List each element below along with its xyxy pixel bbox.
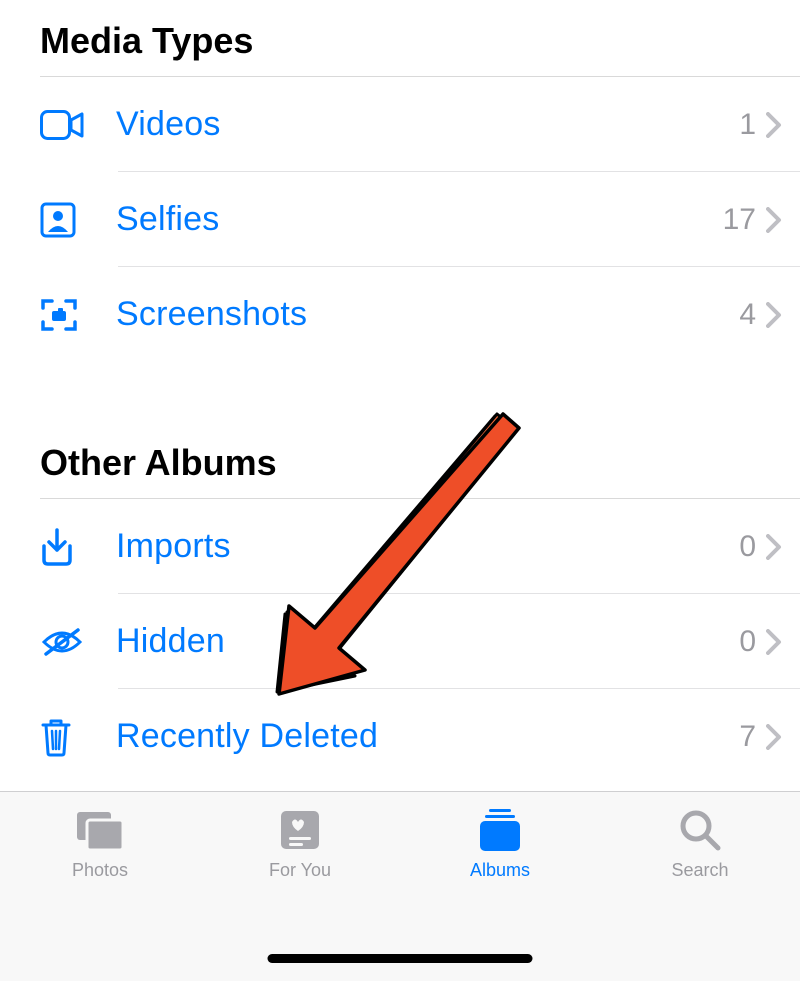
import-icon bbox=[40, 528, 90, 566]
chevron-right-icon bbox=[766, 724, 782, 750]
video-icon bbox=[40, 110, 90, 140]
selfie-icon bbox=[40, 202, 90, 238]
hidden-icon bbox=[40, 626, 90, 658]
row-recently-deleted[interactable]: Recently Deleted 7 bbox=[0, 689, 800, 784]
row-label: Recently Deleted bbox=[90, 717, 739, 756]
chevron-right-icon bbox=[766, 207, 782, 233]
row-count: 0 bbox=[739, 530, 756, 564]
chevron-right-icon bbox=[766, 629, 782, 655]
tab-bar: Photos For You Albums bbox=[0, 791, 800, 981]
row-count: 1 bbox=[739, 108, 756, 142]
search-icon bbox=[678, 806, 722, 854]
tab-albums[interactable]: Albums bbox=[400, 806, 600, 881]
row-label: Selfies bbox=[90, 200, 723, 239]
chevron-right-icon bbox=[766, 302, 782, 328]
tab-label: Search bbox=[671, 860, 728, 881]
for-you-icon bbox=[278, 806, 322, 854]
chevron-right-icon bbox=[766, 534, 782, 560]
tab-for-you[interactable]: For You bbox=[200, 806, 400, 881]
trash-icon bbox=[40, 717, 90, 757]
row-label: Hidden bbox=[90, 622, 739, 661]
photos-icon bbox=[73, 806, 127, 854]
home-indicator bbox=[268, 954, 533, 963]
tab-photos[interactable]: Photos bbox=[0, 806, 200, 881]
tab-label: Albums bbox=[470, 860, 530, 881]
row-screenshots[interactable]: Screenshots 4 bbox=[0, 267, 800, 362]
row-count: 17 bbox=[723, 203, 756, 237]
row-label: Screenshots bbox=[90, 295, 739, 334]
row-label: Imports bbox=[90, 527, 739, 566]
albums-list: Media Types Videos 1 Selfies 17 bbox=[0, 0, 800, 784]
row-hidden[interactable]: Hidden 0 bbox=[0, 594, 800, 689]
albums-icon bbox=[475, 806, 525, 854]
row-count: 0 bbox=[739, 625, 756, 659]
row-selfies[interactable]: Selfies 17 bbox=[0, 172, 800, 267]
tab-label: For You bbox=[269, 860, 331, 881]
tab-search[interactable]: Search bbox=[600, 806, 800, 881]
row-count: 4 bbox=[739, 298, 756, 332]
row-count: 7 bbox=[739, 720, 756, 754]
row-label: Videos bbox=[90, 105, 739, 144]
row-imports[interactable]: Imports 0 bbox=[0, 499, 800, 594]
section-header-media-types: Media Types bbox=[0, 0, 800, 76]
chevron-right-icon bbox=[766, 112, 782, 138]
section-header-other-albums: Other Albums bbox=[0, 362, 800, 498]
screenshot-icon bbox=[40, 296, 90, 334]
row-videos[interactable]: Videos 1 bbox=[0, 77, 800, 172]
tab-label: Photos bbox=[72, 860, 128, 881]
